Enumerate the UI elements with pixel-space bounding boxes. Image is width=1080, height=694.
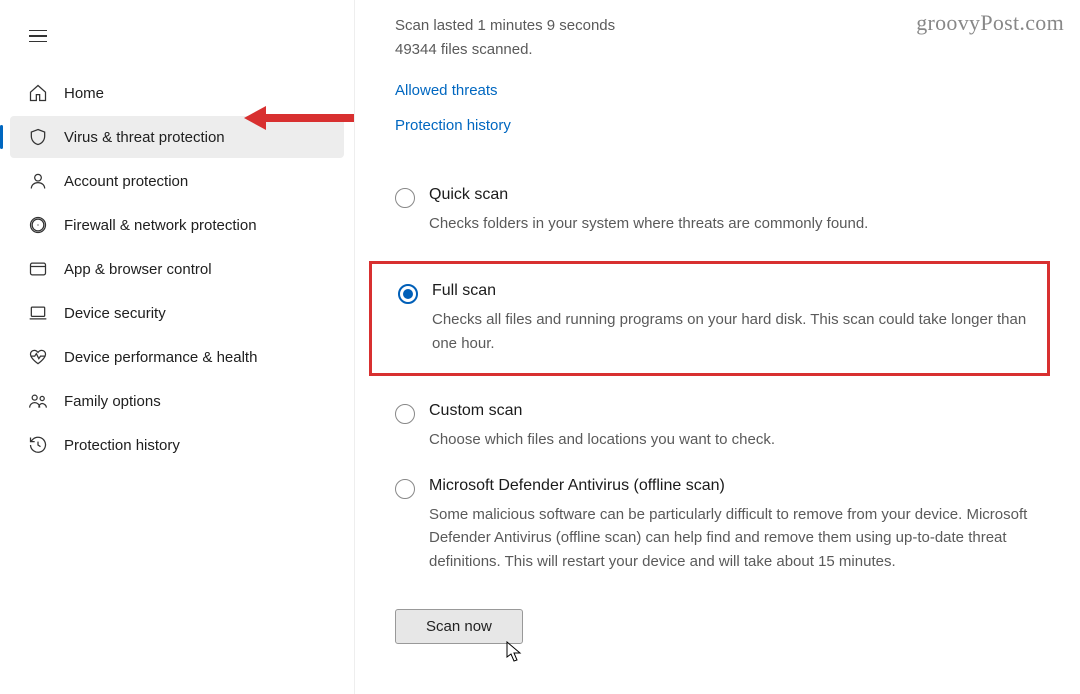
- radio-custom-scan[interactable]: [395, 404, 415, 424]
- sidebar-item-label: Family options: [64, 393, 161, 410]
- app-icon: [28, 259, 48, 279]
- radio-offline-scan[interactable]: [395, 479, 415, 499]
- person-icon: [28, 171, 48, 191]
- sidebar-item-label: App & browser control: [64, 261, 212, 278]
- home-icon: [28, 83, 48, 103]
- sidebar-item-protection-history[interactable]: Protection history: [10, 424, 344, 466]
- sidebar-item-family-options[interactable]: Family options: [10, 380, 344, 422]
- option-description: Checks all files and running programs on…: [432, 308, 1035, 355]
- option-title: Microsoft Defender Antivirus (offline sc…: [429, 477, 1040, 495]
- scan-options: Quick scan Checks folders in your system…: [395, 186, 1040, 573]
- sidebar-item-label: Account protection: [64, 173, 188, 190]
- scan-option-custom[interactable]: Custom scan Choose which files and locat…: [395, 402, 1040, 451]
- main-content: Scan lasted 1 minutes 9 seconds 49344 fi…: [355, 0, 1080, 694]
- scan-option-quick[interactable]: Quick scan Checks folders in your system…: [395, 186, 1040, 235]
- option-title: Full scan: [432, 282, 1035, 300]
- scan-option-offline[interactable]: Microsoft Defender Antivirus (offline sc…: [395, 477, 1040, 573]
- heart-pulse-icon: [28, 347, 48, 367]
- history-icon: [28, 435, 48, 455]
- allowed-threats-link[interactable]: Allowed threats: [395, 82, 498, 99]
- signal-icon: [28, 215, 48, 235]
- sidebar-item-device-security[interactable]: Device security: [10, 292, 344, 334]
- sidebar-item-label: Device performance & health: [64, 349, 257, 366]
- scan-files-text: 49344 files scanned.: [395, 38, 1040, 62]
- highlight-annotation: Full scan Checks all files and running p…: [369, 261, 1050, 376]
- watermark-text: groovyPost.com: [916, 10, 1064, 36]
- sidebar: Home Virus & threat protection Account p…: [0, 0, 355, 694]
- option-title: Custom scan: [429, 402, 1040, 420]
- sidebar-item-device-performance[interactable]: Device performance & health: [10, 336, 344, 378]
- shield-icon: [28, 127, 48, 147]
- scan-now-button[interactable]: Scan now: [395, 609, 523, 644]
- sidebar-item-label: Firewall & network protection: [64, 217, 257, 234]
- protection-history-link[interactable]: Protection history: [395, 117, 511, 134]
- people-icon: [28, 391, 48, 411]
- links-section: Allowed threats Protection history: [395, 82, 1040, 134]
- option-description: Choose which files and locations you wan…: [429, 428, 1040, 451]
- radio-full-scan[interactable]: [398, 284, 418, 304]
- sidebar-item-app-browser[interactable]: App & browser control: [10, 248, 344, 290]
- option-description: Checks folders in your system where thre…: [429, 212, 1040, 235]
- sidebar-item-firewall[interactable]: Firewall & network protection: [10, 204, 344, 246]
- sidebar-item-virus-threat[interactable]: Virus & threat protection: [10, 116, 344, 158]
- sidebar-item-account-protection[interactable]: Account protection: [10, 160, 344, 202]
- sidebar-item-label: Device security: [64, 305, 166, 322]
- radio-quick-scan[interactable]: [395, 188, 415, 208]
- laptop-icon: [28, 303, 48, 323]
- sidebar-item-label: Virus & threat protection: [64, 129, 225, 146]
- sidebar-item-label: Home: [64, 85, 104, 102]
- menu-toggle-button[interactable]: [20, 18, 56, 54]
- option-description: Some malicious software can be particula…: [429, 503, 1040, 573]
- option-title: Quick scan: [429, 186, 1040, 204]
- sidebar-item-label: Protection history: [64, 437, 180, 454]
- nav-list: Home Virus & threat protection Account p…: [10, 72, 344, 466]
- scan-option-full[interactable]: Full scan Checks all files and running p…: [398, 282, 1035, 355]
- sidebar-item-home[interactable]: Home: [10, 72, 344, 114]
